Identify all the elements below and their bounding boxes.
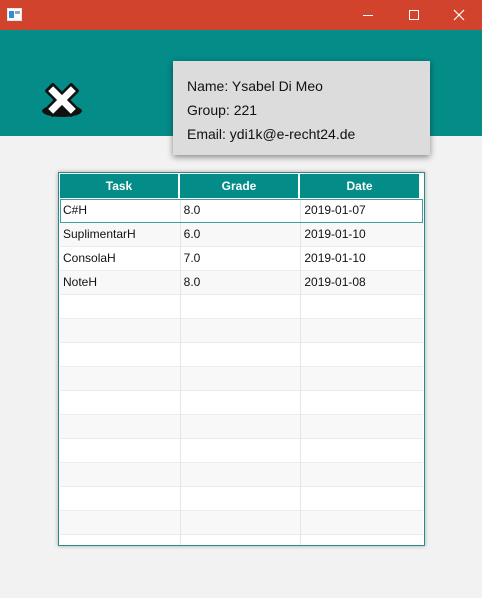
student-group: Group: 221 <box>187 102 258 118</box>
column-header-grade[interactable]: Grade <box>180 174 300 198</box>
cell-grade: 8.0 <box>181 271 302 295</box>
cell-grade: 8.0 <box>181 199 302 223</box>
table-row[interactable]: C#H 8.0 2019-01-07 <box>60 199 423 223</box>
empty-table-row <box>60 343 423 367</box>
cell-date: 2019-01-10 <box>304 251 366 265</box>
empty-table-row <box>60 487 423 511</box>
table-row[interactable]: ConsolaH 7.0 2019-01-10 <box>60 247 423 271</box>
table-header: Task Grade Date <box>60 174 419 198</box>
cell-grade: 6.0 <box>181 223 302 247</box>
maximize-button[interactable] <box>391 0 437 30</box>
cell-date: 2019-01-10 <box>304 227 366 241</box>
grades-table[interactable]: Task Grade Date C#H 8.0 2019-01-07 Supli… <box>58 172 425 546</box>
empty-table-row <box>60 463 423 487</box>
app-icon <box>7 8 22 21</box>
empty-table-row <box>60 319 423 343</box>
empty-table-row <box>60 295 423 319</box>
close-icon <box>453 9 465 21</box>
column-header-date[interactable]: Date <box>300 174 419 198</box>
cell-grade: 7.0 <box>181 247 302 271</box>
table-body: C#H 8.0 2019-01-07 SuplimentarH 6.0 2019… <box>60 199 423 545</box>
student-info-card: Name: Ysabel Di Meo Group: 221 Email: yd… <box>173 61 430 155</box>
minimize-button[interactable] <box>345 0 391 30</box>
column-header-task[interactable]: Task <box>60 174 180 198</box>
table-row[interactable]: SuplimentarH 6.0 2019-01-10 <box>60 223 423 247</box>
maximize-icon <box>409 10 419 20</box>
empty-table-row <box>60 511 423 535</box>
minimize-icon <box>363 15 373 16</box>
empty-table-row <box>60 415 423 439</box>
cell-task: ConsolaH <box>60 247 181 271</box>
empty-table-row <box>60 391 423 415</box>
cell-task: NoteH <box>60 271 181 295</box>
cell-date: 2019-01-07 <box>304 203 366 217</box>
cell-date: 2019-01-08 <box>304 275 366 289</box>
empty-table-row <box>60 439 423 463</box>
student-name: Name: Ysabel Di Meo <box>187 78 323 94</box>
title-bar <box>0 0 482 30</box>
cell-task: C#H <box>60 199 181 223</box>
table-row[interactable]: NoteH 8.0 2019-01-08 <box>60 271 423 295</box>
empty-table-row <box>60 367 423 391</box>
cell-task: SuplimentarH <box>60 223 181 247</box>
empty-table-row <box>60 535 423 545</box>
close-button[interactable] <box>436 0 482 30</box>
x-mark-logo-icon <box>42 83 82 117</box>
student-email: Email: ydi1k@e-recht24.de <box>187 126 356 142</box>
